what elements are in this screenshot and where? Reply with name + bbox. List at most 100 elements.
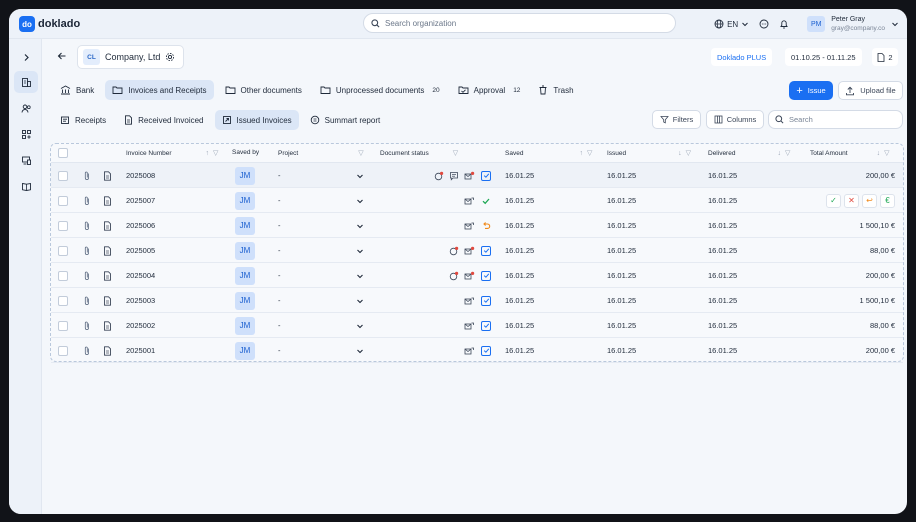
tab-approval[interactable]: Approval 12 — [451, 80, 528, 100]
column-document-status[interactable]: Document status ▽ — [380, 149, 458, 158]
document-icon[interactable] — [103, 245, 112, 256]
filters-button[interactable]: Filters — [652, 110, 701, 129]
issue-button[interactable]: + Issue — [789, 81, 833, 100]
paperclip-icon[interactable] — [83, 346, 91, 356]
column-project[interactable]: Project ▽ — [278, 149, 364, 158]
approve-button[interactable]: ✓ — [826, 193, 841, 208]
checked-status-icon[interactable] — [481, 270, 491, 281]
subtab-receipts[interactable]: Receipts — [53, 110, 113, 130]
project-dropdown[interactable] — [356, 338, 364, 363]
subtab-summary-report[interactable]: Summart report — [303, 110, 388, 130]
returned-icon[interactable] — [481, 221, 491, 231]
document-icon[interactable] — [103, 295, 112, 306]
column-saved[interactable]: Saved ↑ ▽ — [505, 149, 592, 158]
gear-icon[interactable] — [165, 52, 175, 62]
row-checkbox[interactable] — [58, 338, 68, 363]
project-dropdown[interactable] — [356, 238, 364, 263]
accounting-period[interactable]: 01.10.25 - 01.11.25 — [785, 48, 862, 66]
table-row[interactable]: 2025002 JM - 16.01.25 16.01.25 16.01.25 … — [51, 313, 903, 338]
sent-icon[interactable] — [464, 221, 475, 231]
return-button[interactable]: ↩ — [862, 193, 877, 208]
document-icon[interactable] — [103, 170, 112, 181]
tab-bank[interactable]: Bank — [53, 80, 101, 100]
invoice-number[interactable]: 2025003 — [126, 288, 155, 313]
sent-icon[interactable] — [464, 296, 475, 306]
checked-status-icon[interactable] — [481, 320, 491, 331]
row-checkbox[interactable] — [58, 263, 68, 288]
pay-button[interactable]: € — [880, 193, 895, 208]
project-dropdown[interactable] — [356, 288, 364, 313]
filter-icon[interactable]: ▽ — [686, 149, 691, 157]
back-arrow-icon[interactable] — [57, 51, 67, 61]
subtab-received-invoiced[interactable]: Received Invoiced — [117, 110, 210, 130]
columns-button[interactable]: Columns — [706, 110, 764, 129]
invoice-number[interactable]: 2025007 — [126, 188, 155, 213]
column-invoice-number[interactable]: Invoice Number ↑ ▽ — [126, 149, 218, 158]
column-issued[interactable]: Issued ↓ ▽ — [607, 149, 691, 158]
organization-search-input[interactable]: Search organization — [363, 13, 676, 33]
row-checkbox[interactable] — [58, 188, 68, 213]
comment-alert-icon[interactable] — [434, 171, 444, 181]
checked-status-icon[interactable] — [481, 295, 491, 306]
sent-icon[interactable] — [464, 321, 475, 331]
document-icon[interactable] — [103, 345, 112, 356]
filter-icon[interactable]: ▽ — [358, 149, 363, 157]
table-row[interactable]: 2025004 JM - 16.01.25 16.01.25 16.01.25 … — [51, 263, 903, 288]
document-icon[interactable] — [103, 195, 112, 206]
filter-icon[interactable]: ▽ — [587, 149, 592, 157]
chat-icon[interactable] — [759, 19, 769, 29]
table-row[interactable]: 2025008 JM - 16.01.25 16.01.25 16.01.25 … — [51, 163, 903, 188]
filter-icon[interactable]: ▽ — [453, 149, 458, 157]
select-all-checkbox[interactable] — [58, 148, 68, 158]
filter-icon[interactable]: ▽ — [884, 149, 889, 157]
sent-alert-icon[interactable] — [464, 246, 475, 256]
sidebar-item-integrations[interactable] — [14, 123, 38, 145]
company-selector[interactable]: CL Company, Ltd — [77, 45, 184, 69]
tab-unprocessed-documents[interactable]: Unprocessed documents 20 — [313, 80, 447, 100]
document-icon[interactable] — [103, 220, 112, 231]
sent-icon[interactable] — [464, 196, 475, 206]
sort-desc-icon[interactable]: ↓ — [777, 150, 781, 157]
paperclip-icon[interactable] — [83, 271, 91, 281]
tab-other-documents[interactable]: Other documents — [218, 80, 309, 100]
invoice-number[interactable]: 2025005 — [126, 238, 155, 263]
paperclip-icon[interactable] — [83, 321, 91, 331]
column-total-amount[interactable]: Total Amount ↓ ▽ — [810, 149, 889, 158]
invoice-number[interactable]: 2025008 — [126, 163, 155, 188]
project-dropdown[interactable] — [356, 313, 364, 338]
paperclip-icon[interactable] — [83, 196, 91, 206]
checked-status-icon[interactable] — [481, 345, 491, 356]
sent-alert-icon[interactable] — [464, 271, 475, 281]
invoice-number[interactable]: 2025001 — [126, 338, 155, 363]
user-menu[interactable]: PM Peter Gray gray@company.co — [807, 15, 899, 33]
plan-badge[interactable]: Doklado PLUS — [711, 48, 773, 66]
sort-desc-icon[interactable]: ↓ — [678, 150, 682, 157]
project-dropdown[interactable] — [356, 163, 364, 188]
paperclip-icon[interactable] — [83, 246, 91, 256]
chat-icon[interactable] — [449, 171, 459, 181]
sidebar-item-contacts[interactable] — [14, 97, 38, 119]
language-selector[interactable]: EN — [714, 19, 749, 29]
upload-file-button[interactable]: Upload file — [838, 81, 903, 100]
checked-status-icon[interactable] — [481, 245, 491, 256]
paperclip-icon[interactable] — [83, 171, 91, 181]
sort-asc-icon[interactable]: ↑ — [579, 150, 583, 157]
reject-button[interactable]: ✕ — [844, 193, 859, 208]
paperclip-icon[interactable] — [83, 296, 91, 306]
table-row[interactable]: 2025007 JM - 16.01.25 16.01.25 16.01.25 … — [51, 188, 903, 213]
bell-icon[interactable] — [779, 19, 789, 29]
table-row[interactable]: 2025005 JM - 16.01.25 16.01.25 16.01.25 … — [51, 238, 903, 263]
filter-icon[interactable]: ▽ — [213, 149, 218, 157]
sort-desc-icon[interactable]: ↓ — [877, 150, 881, 157]
sidebar-expand-button[interactable] — [14, 46, 38, 68]
document-count[interactable]: 2 — [872, 48, 898, 66]
row-checkbox[interactable] — [58, 163, 68, 188]
sidebar-item-guide[interactable] — [14, 175, 38, 197]
filter-icon[interactable]: ▽ — [785, 149, 790, 157]
invoice-number[interactable]: 2025006 — [126, 213, 155, 238]
row-checkbox[interactable] — [58, 288, 68, 313]
column-saved-by[interactable]: Saved by — [232, 149, 259, 156]
row-checkbox[interactable] — [58, 213, 68, 238]
column-delivered[interactable]: Delivered ↓ ▽ — [708, 149, 790, 158]
table-row[interactable]: 2025003 JM - 16.01.25 16.01.25 16.01.25 … — [51, 288, 903, 313]
